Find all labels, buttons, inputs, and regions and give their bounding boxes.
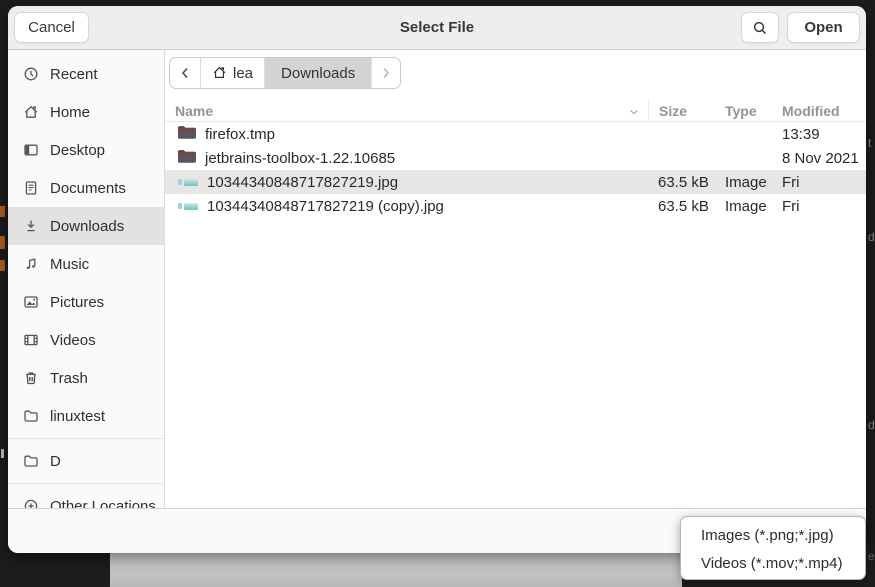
sidebar-item-label: Recent xyxy=(50,66,98,83)
file-size: 63.5 kB xyxy=(648,198,715,215)
path-segment-label: lea xyxy=(233,65,253,82)
background-text-fragment: e xyxy=(868,549,875,563)
file-type: Image xyxy=(715,198,772,215)
sidebar-item-label: Pictures xyxy=(50,294,104,311)
background-text-fragment: d xyxy=(868,230,875,244)
sidebar-item-downloads[interactable]: Downloads xyxy=(8,207,164,245)
pictures-icon xyxy=(23,294,39,310)
column-header-type[interactable]: Type xyxy=(715,103,772,119)
sidebar-item-label: linuxtest xyxy=(50,408,105,425)
file-filter-popup: Images (*.png;*.jpg) Videos (*.mov;*.mp4… xyxy=(680,516,866,580)
search-icon xyxy=(752,20,768,36)
headerbar: Cancel Select File Open xyxy=(8,6,866,50)
file-modified: Fri xyxy=(772,174,866,191)
background-terminal-fragment xyxy=(1,449,4,458)
file-row-jpg-selected[interactable]: 10344340848717827219.jpg 63.5 kB Image F… xyxy=(165,170,866,194)
path-segment-home[interactable]: lea xyxy=(201,58,265,88)
background-text-fragment: d xyxy=(868,418,875,432)
column-header-name[interactable]: Name xyxy=(165,103,648,119)
chevron-left-icon xyxy=(180,65,190,81)
sidebar-separator xyxy=(8,438,164,439)
folder-icon xyxy=(23,453,39,469)
background-terminal-fragment xyxy=(0,260,5,271)
sidebar-item-pictures[interactable]: Pictures xyxy=(8,283,164,321)
sidebar-item-other-locations[interactable]: Other Locations xyxy=(8,487,164,508)
other-locations-icon xyxy=(23,498,39,508)
sidebar-item-d[interactable]: D xyxy=(8,442,164,480)
sidebar-item-label: Home xyxy=(50,104,90,121)
dialog-body: Recent Home Desktop xyxy=(8,50,866,508)
column-header-size[interactable]: Size xyxy=(648,100,715,121)
sidebar-item-label: Desktop xyxy=(50,142,105,159)
dialog-title: Select File xyxy=(400,19,474,36)
file-list-header: Name Size Type Modified xyxy=(165,100,866,122)
folder-icon xyxy=(23,408,39,424)
sidebar-item-desktop[interactable]: Desktop xyxy=(8,131,164,169)
filter-option-videos[interactable]: Videos (*.mov;*.mp4) xyxy=(681,549,865,577)
file-chooser-dialog: Cancel Select File Open xyxy=(8,6,866,553)
screen: t d d e Cancel Select File Open xyxy=(0,0,875,587)
file-row-jpg-copy[interactable]: 10344340848717827219 (copy).jpg 63.5 kB … xyxy=(165,194,866,218)
file-modified: 13:39 xyxy=(772,126,866,143)
sort-chevron-down-icon xyxy=(628,103,640,119)
sidebar-item-documents[interactable]: Documents xyxy=(8,169,164,207)
sidebar-item-label: D xyxy=(50,453,61,470)
background-terminal-fragment xyxy=(0,236,5,249)
file-name: 10344340848717827219.jpg xyxy=(207,174,398,191)
pathbar: lea Downloads xyxy=(169,57,401,89)
music-icon xyxy=(23,256,39,272)
file-row-jetbrains-toolbox[interactable]: jetbrains-toolbox-1.22.10685 8 Nov 2021 xyxy=(165,146,866,170)
file-modified: 8 Nov 2021 xyxy=(772,150,866,167)
folder-file-icon xyxy=(178,150,196,167)
home-icon xyxy=(23,104,39,120)
sidebar-item-label: Documents xyxy=(50,180,126,197)
file-modified: Fri xyxy=(772,198,866,215)
desktop-icon xyxy=(23,142,39,158)
file-size: 63.5 kB xyxy=(648,174,715,191)
path-segment-label: Downloads xyxy=(281,65,355,82)
file-row-firefox-tmp[interactable]: firefox.tmp 13:39 xyxy=(165,122,866,146)
cancel-button[interactable]: Cancel xyxy=(14,12,89,43)
image-thumbnail-icon xyxy=(178,178,198,186)
sidebar-item-label: Music xyxy=(50,256,89,273)
sidebar-item-music[interactable]: Music xyxy=(8,245,164,283)
sidebar-separator xyxy=(8,483,164,484)
path-back-button[interactable] xyxy=(170,58,201,88)
filter-option-images[interactable]: Images (*.png;*.jpg) xyxy=(681,521,865,549)
sidebar-item-linuxtest[interactable]: linuxtest xyxy=(8,397,164,435)
trash-icon xyxy=(23,370,39,386)
background-text-fragment: t xyxy=(868,136,871,150)
path-segment-current[interactable]: Downloads xyxy=(265,58,371,88)
column-header-modified[interactable]: Modified xyxy=(772,103,866,119)
file-name: firefox.tmp xyxy=(205,126,275,143)
sidebar-item-label: Other Locations xyxy=(50,498,156,509)
search-button[interactable] xyxy=(741,12,779,43)
sidebar-item-recent[interactable]: Recent xyxy=(8,55,164,93)
chevron-right-icon xyxy=(381,65,391,81)
folder-file-icon xyxy=(178,126,196,143)
file-type: Image xyxy=(715,174,772,191)
recent-icon xyxy=(23,66,39,82)
main-area: lea Downloads Name xyxy=(165,50,866,508)
background-terminal-fragment xyxy=(0,206,5,217)
sidebar-item-label: Trash xyxy=(50,370,88,387)
image-thumbnail-icon xyxy=(178,202,198,210)
sidebar-item-home[interactable]: Home xyxy=(8,93,164,131)
file-name: jetbrains-toolbox-1.22.10685 xyxy=(205,150,395,167)
documents-icon xyxy=(23,180,39,196)
file-name: 10344340848717827219 (copy).jpg xyxy=(207,198,444,215)
downloads-icon xyxy=(23,218,39,234)
home-icon xyxy=(212,65,227,81)
sidebar-item-trash[interactable]: Trash xyxy=(8,359,164,397)
sidebar-item-label: Downloads xyxy=(50,218,124,235)
path-forward-button[interactable] xyxy=(371,58,400,88)
sidebar-item-videos[interactable]: Videos xyxy=(8,321,164,359)
videos-icon xyxy=(23,332,39,348)
background-window xyxy=(110,553,682,587)
open-button[interactable]: Open xyxy=(787,12,860,43)
sidebar-item-label: Videos xyxy=(50,332,96,349)
sidebar: Recent Home Desktop xyxy=(8,50,165,508)
